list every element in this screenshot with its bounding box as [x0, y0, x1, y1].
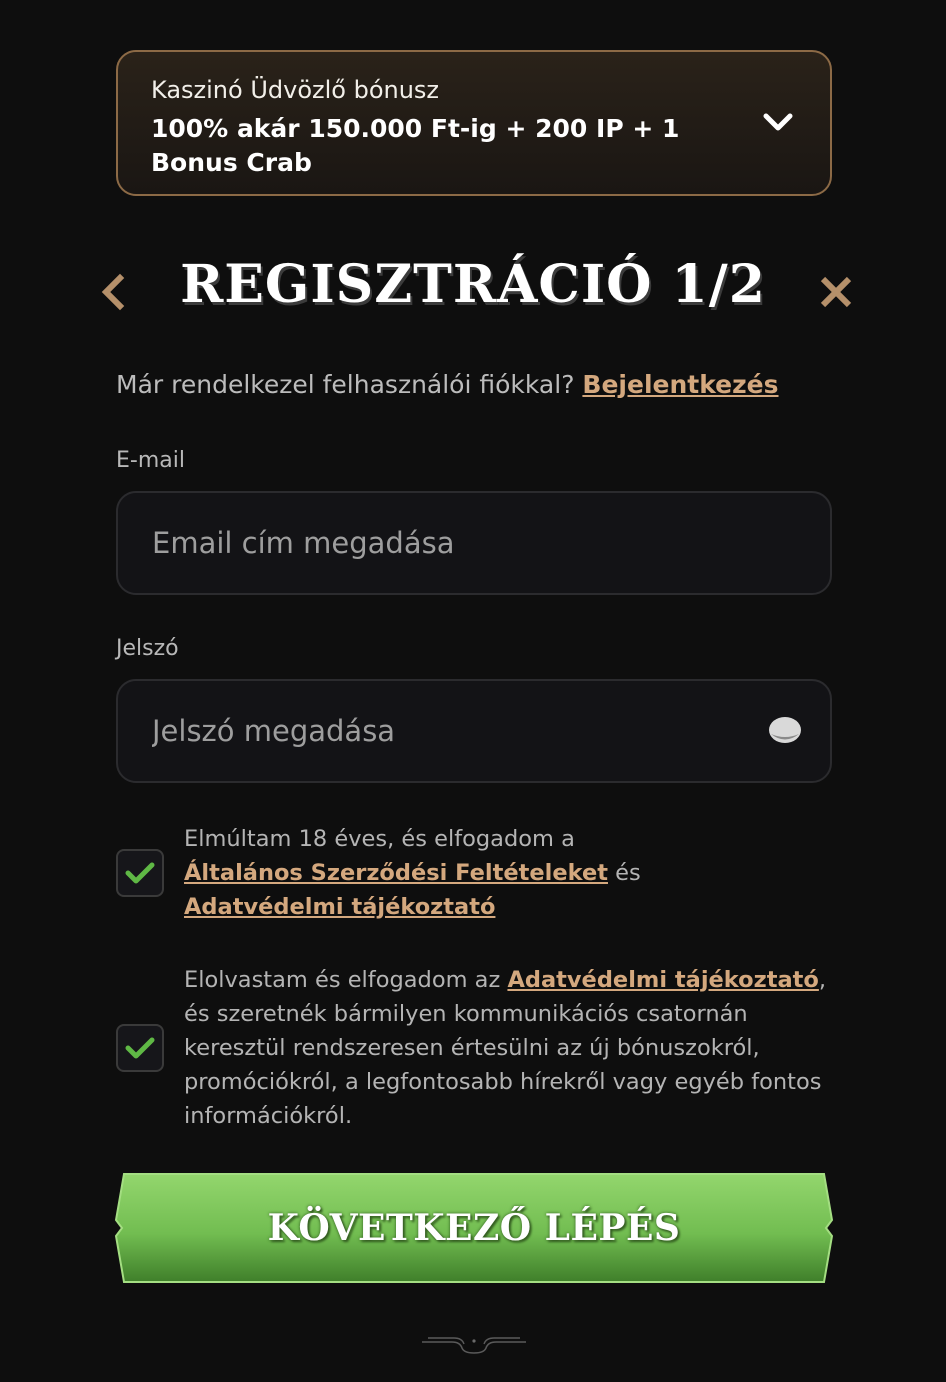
email-field-container — [116, 491, 832, 595]
bonus-selector[interactable]: Kaszinó Üdvözlő bónusz 100% akár 150.000… — [116, 50, 832, 196]
bonus-text: 100% akár 150.000 Ft-ig + 200 IP + 1 Bon… — [151, 114, 680, 177]
email-field[interactable] — [118, 493, 830, 593]
login-prompt: Már rendelkezel felhasználói fiókkal? Be… — [116, 370, 779, 399]
terms-consent-text: Elmúltam 18 éves, és elfogadom a Általán… — [184, 822, 844, 924]
ornament-divider-icon — [422, 1337, 526, 1354]
eye-icon[interactable] — [768, 715, 802, 747]
marketing-consent-text: Elolvastam és elfogadom az Adatvédelmi t… — [184, 963, 844, 1133]
registration-header: REGISZTRÁCIÓ 1/2 — [0, 248, 946, 334]
privacy-link[interactable]: Adatvédelmi tájékoztató — [184, 894, 495, 920]
login-link[interactable]: Bejelentkezés — [582, 370, 778, 399]
email-label: E-mail — [116, 448, 185, 473]
terms-checkbox[interactable] — [116, 849, 164, 897]
terms-link[interactable]: Általános Szerződési Feltételeket — [184, 860, 608, 886]
chevron-down-icon[interactable] — [762, 110, 794, 134]
bonus-label: Kaszinó Üdvözlő bónusz — [151, 76, 440, 104]
login-prompt-text: Már rendelkezel felhasználói fiókkal? — [116, 370, 583, 399]
close-icon[interactable] — [818, 274, 854, 310]
terms-text-before: Elmúltam 18 éves, és elfogadom a — [184, 826, 575, 852]
page-title: REGISZTRÁCIÓ 1/2 — [180, 254, 766, 315]
password-label: Jelszó — [116, 636, 179, 661]
marketing-checkbox[interactable] — [116, 1024, 164, 1072]
password-field[interactable] — [118, 681, 830, 781]
next-step-button[interactable]: KÖVETKEZŐ LÉPÉS — [114, 1170, 834, 1286]
password-field-container — [116, 679, 832, 783]
terms-and: és — [607, 860, 641, 886]
next-step-label: KÖVETKEZŐ LÉPÉS — [267, 1207, 681, 1249]
marketing-text-before: Elolvastam és elfogadom az — [184, 967, 508, 993]
marketing-privacy-link[interactable]: Adatvédelmi tájékoztató — [507, 967, 818, 993]
checkmark-icon — [125, 862, 155, 884]
checkmark-icon — [125, 1037, 155, 1059]
